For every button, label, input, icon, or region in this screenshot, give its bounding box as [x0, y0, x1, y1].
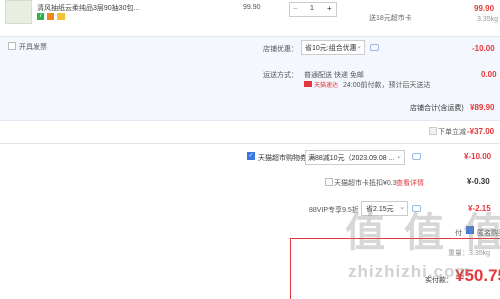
card-deduct-details-link[interactable]: 查看详情 — [396, 178, 424, 188]
watermark-url: zhizhizhi.com — [348, 262, 472, 281]
item-subtotal: 99.90 — [474, 4, 495, 13]
item-weight: 3.35kg — [477, 16, 499, 23]
product-thumbnail[interactable] — [5, 0, 32, 24]
card-deduct-checkbox[interactable] — [325, 178, 333, 186]
instant-discount-amount: -¥37.00 — [467, 127, 495, 136]
invoice-checkbox[interactable] — [8, 42, 16, 50]
coupon-checkbox[interactable]: ✓ — [247, 152, 255, 160]
delivery-note: 24:00前付款，预计后天送达 — [343, 82, 431, 89]
product-badge-icon — [57, 13, 65, 20]
coupon-amount: ¥-10.00 — [464, 152, 492, 161]
store-discount-value: 省10元:组合优惠 — [305, 45, 357, 52]
quantity-stepper[interactable]: − 1 + — [289, 2, 337, 17]
invoice-label[interactable]: 开具发票 — [19, 42, 47, 52]
chat-icon[interactable] — [370, 44, 379, 51]
supermarket-card-gift: 送18元超市卡 — [369, 15, 412, 22]
store-total-label: 店铺合计(含运费) — [410, 105, 464, 112]
coupon-value: 满88减10元（2023.09.08 ... — [308, 155, 395, 162]
quantity-plus-button[interactable]: + — [327, 4, 332, 13]
instant-discount-label: 下单立减 — [438, 129, 466, 136]
quantity-input[interactable]: 1 — [310, 5, 314, 12]
shipping-fee: 0.00 — [481, 70, 497, 79]
card-deduct-amount: ¥-0.30 — [467, 177, 490, 186]
store-discount-select[interactable]: 省10元:组合优惠 ⌄ — [301, 40, 365, 55]
product-title[interactable]: 清风抽纸云柔纯品3层90抽30包... — [37, 3, 139, 13]
shipping-methods: 普通配送 快递 免邮 — [304, 72, 364, 79]
unit-price: 99.90 — [243, 4, 261, 11]
store-total-amount: ¥89.90 — [470, 103, 495, 112]
quantity-minus-button[interactable]: − — [293, 4, 298, 13]
chat-icon[interactable] — [412, 153, 421, 160]
divider — [0, 143, 500, 144]
brand-badge-green-icon: 7 — [37, 13, 44, 20]
store-discount-amount: -10.00 — [472, 44, 495, 53]
tmall-express-label: 天猫速达 — [314, 83, 339, 89]
coupon-select[interactable]: 满88减10元（2023.09.08 ... ⌄ — [305, 150, 405, 165]
chevron-down-icon: ⌄ — [356, 43, 362, 50]
shipping-label: 运送方式： — [263, 72, 298, 79]
watermark-logo: 值 值 值 — [345, 211, 500, 255]
instant-discount-checkbox[interactable] — [429, 127, 437, 135]
tmall-express-icon — [304, 81, 312, 87]
brand-badge-orange-icon — [47, 13, 54, 20]
chevron-down-icon: ⌄ — [396, 153, 402, 160]
coupon-label: 天猫超市购物券 — [258, 155, 307, 162]
store-discount-label: 店铺优惠： — [263, 46, 298, 53]
card-deduct-label: 天猫超市卡抵扣¥0.3 — [334, 180, 397, 187]
